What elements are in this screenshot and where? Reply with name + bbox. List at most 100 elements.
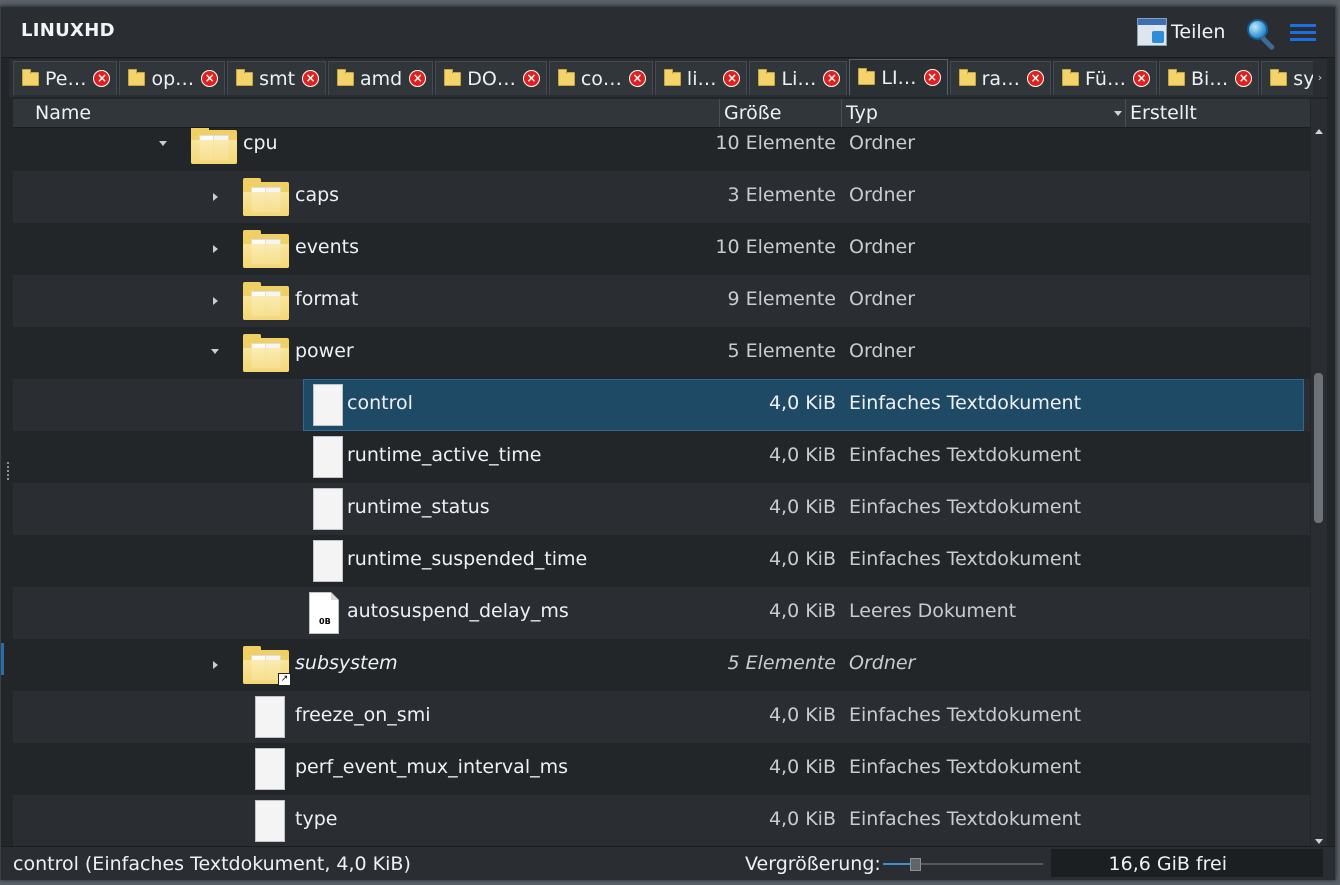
list-item[interactable]: freeze_on_smi 4,0 KiB Einfaches Textdokume… <box>13 691 1310 743</box>
collapse-arrow-icon[interactable] <box>159 141 167 146</box>
header-bar: LINUXHD Teilen <box>1 7 1335 58</box>
file-type: Einfaches Textdokument <box>849 392 1082 414</box>
folder-icon <box>557 68 575 86</box>
list-item[interactable]: control 4,0 KiB Einfaches Textdokument <box>13 379 1310 431</box>
list-item[interactable]: 0B autosuspend_delay_ms 4,0 KiB Leeres Doku… <box>13 587 1310 639</box>
list-item[interactable]: caps 3 Elemente Ordner <box>13 171 1310 223</box>
file-name: runtime_status <box>347 496 490 518</box>
close-icon[interactable]: × <box>1235 70 1253 87</box>
file-size: 4,0 KiB <box>768 704 836 726</box>
close-icon[interactable]: × <box>823 70 841 87</box>
zoom-slider-handle[interactable] <box>910 858 921 871</box>
tab-10[interactable]: Fü… × <box>1053 61 1157 95</box>
expand-arrow-icon[interactable] <box>213 245 218 253</box>
folder-icon <box>758 68 776 86</box>
file-type: Ordner <box>849 184 916 206</box>
tab-9[interactable]: ra… × <box>949 61 1052 95</box>
zoom-slider[interactable] <box>883 855 1043 873</box>
scroll-up-arrow-icon[interactable] <box>1315 129 1323 134</box>
vertical-scrollbar[interactable] <box>1311 99 1327 846</box>
close-icon[interactable]: × <box>723 70 741 87</box>
column-header: Name Größe Typ Erstellt <box>13 99 1310 128</box>
tab-label: LI… <box>881 66 917 89</box>
list-item[interactable]: power 5 Elemente Ordner <box>13 327 1310 379</box>
tab-4[interactable]: DO… × <box>435 61 547 95</box>
list-item[interactable]: runtime_active_time 4,0 KiB Einfaches Text… <box>13 431 1310 483</box>
free-space-text: 16,6 GiB frei <box>1108 853 1227 875</box>
tab-2[interactable]: smt × <box>227 61 327 95</box>
close-icon[interactable]: × <box>302 70 320 87</box>
places-panel-edge[interactable] <box>1 643 4 675</box>
scrollbar-thumb[interactable] <box>1314 373 1323 523</box>
file-name: cpu <box>243 132 278 154</box>
list-item[interactable]: perf_event_mux_interval_ms 4,0 KiB Einfach… <box>13 743 1310 795</box>
tab-11[interactable]: Bi… × <box>1158 61 1260 95</box>
window-title: LINUXHD <box>21 20 115 41</box>
column-type-label: Typ <box>846 102 878 124</box>
share-button[interactable]: Teilen <box>1137 17 1225 47</box>
file-name: runtime_suspended_time <box>347 548 588 570</box>
collapse-arrow-icon[interactable] <box>211 349 219 354</box>
tab-0[interactable]: Pe… × <box>13 61 118 95</box>
tab-3[interactable]: amd × <box>328 61 434 95</box>
close-icon[interactable]: × <box>93 70 111 87</box>
file-size: 4,0 KiB <box>768 600 836 622</box>
close-icon[interactable]: × <box>522 70 540 87</box>
close-icon[interactable]: × <box>1132 70 1150 87</box>
folder-icon <box>236 68 254 86</box>
file-size: 10 Elemente <box>715 132 836 154</box>
search-button[interactable] <box>1245 17 1279 51</box>
tab-7[interactable]: Li… × <box>749 61 848 95</box>
folder-icon <box>1167 68 1185 86</box>
expand-arrow-icon[interactable] <box>213 297 218 305</box>
close-icon[interactable]: × <box>201 70 219 87</box>
tab-5[interactable]: co… × <box>548 61 653 95</box>
file-size: 4,0 KiB <box>768 808 836 830</box>
list-item[interactable]: type 4,0 KiB Einfaches Textdokument <box>13 795 1310 846</box>
close-icon[interactable]: × <box>923 69 941 86</box>
column-size[interactable]: Größe <box>719 99 846 127</box>
file-size: 4,0 KiB <box>768 756 836 778</box>
tab-list: Pe… × op… × smt × amd × DO… × co… × li… × Li… × LI… × ra… ×… <box>13 59 1323 97</box>
list-item[interactable]: format 9 Elemente Ordner <box>13 275 1310 327</box>
share-icon <box>1137 18 1167 46</box>
file-size: 9 Elemente <box>727 288 836 310</box>
tab-label: DO… <box>467 67 516 90</box>
hamburger-menu-button[interactable] <box>1290 21 1316 45</box>
file-name: power <box>295 340 354 362</box>
tab-label: smt <box>259 67 296 90</box>
close-icon[interactable]: × <box>628 70 646 87</box>
file-name: autosuspend_delay_ms <box>347 600 569 622</box>
folder-icon <box>128 68 146 86</box>
file-name: runtime_active_time <box>347 444 542 466</box>
text-document-icon <box>313 540 343 582</box>
column-name[interactable]: Name <box>35 99 719 127</box>
folder-icon <box>1062 68 1080 86</box>
list-item[interactable]: events 10 Elemente Ordner <box>13 223 1310 275</box>
file-type: Einfaches Textdokument <box>849 756 1082 778</box>
share-label: Teilen <box>1171 21 1226 43</box>
scroll-down-arrow-icon[interactable] <box>1315 839 1323 844</box>
tab-6[interactable]: li… × <box>654 61 748 95</box>
file-type: Ordner <box>849 132 916 154</box>
close-icon[interactable]: × <box>1027 70 1045 87</box>
expand-arrow-icon[interactable] <box>213 661 218 669</box>
file-type: Ordner <box>849 236 916 258</box>
file-type: Einfaches Textdokument <box>849 704 1082 726</box>
file-size: 4,0 KiB <box>768 392 836 414</box>
close-icon[interactable]: × <box>409 70 427 87</box>
tab-8[interactable]: LI… × <box>849 59 948 95</box>
file-name: events <box>295 236 360 258</box>
tab-label: co… <box>580 67 622 90</box>
panel-resize-grip[interactable] <box>7 462 12 480</box>
column-created[interactable]: Erstellt <box>1125 99 1314 127</box>
tab-scroll-right-button[interactable]: › <box>1313 59 1327 97</box>
expand-arrow-icon[interactable] <box>213 193 218 201</box>
list-item[interactable]: cpu 10 Elemente Ordner <box>13 128 1310 171</box>
list-item[interactable]: runtime_suspended_time 4,0 KiB Einfaches T… <box>13 535 1310 587</box>
list-item[interactable]: runtime_status 4,0 KiB Einfaches Textdokum… <box>13 483 1310 535</box>
list-item[interactable]: ↗ subsystem 5 Elemente Ordner <box>13 639 1310 691</box>
free-space-indicator: 16,6 GiB frei <box>1051 849 1323 877</box>
tab-1[interactable]: op… × <box>119 61 226 95</box>
column-type[interactable]: Typ <box>841 99 1130 127</box>
